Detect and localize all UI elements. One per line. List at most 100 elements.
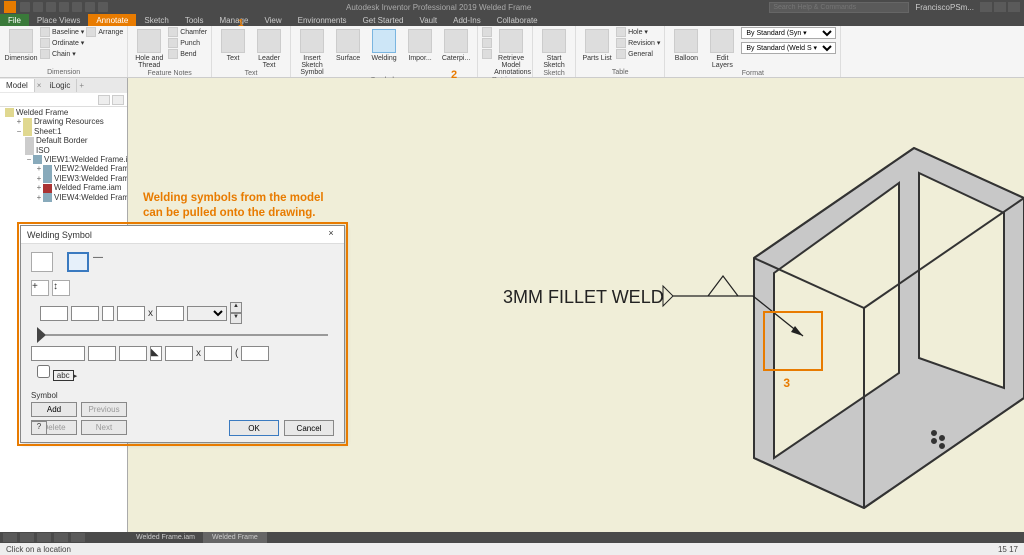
ribbon-group-sketch: Start Sketch Sketch — [533, 26, 576, 77]
symbol-previous-button[interactable]: Previous — [81, 402, 127, 417]
qat-redo-icon[interactable] — [72, 2, 82, 12]
chamfer-button[interactable]: Chamfer — [168, 27, 207, 37]
edit-layers-button[interactable]: Edit Layers — [705, 27, 739, 69]
user-name[interactable]: FranciscoPSm... — [915, 3, 974, 12]
nav-bar-icon[interactable] — [37, 533, 51, 542]
qat-home-icon[interactable] — [85, 2, 95, 12]
bend-button[interactable]: Bend — [168, 49, 207, 59]
caterpillar-button[interactable]: Caterpi... — [439, 27, 473, 62]
tab-environments[interactable]: Environments — [290, 14, 355, 26]
arrange-button[interactable]: Arrange — [86, 27, 123, 37]
qat-new-icon[interactable] — [20, 2, 30, 12]
balloon-icon — [674, 29, 698, 53]
import-button[interactable]: Impor... — [403, 27, 437, 62]
welding-button[interactable]: Welding — [367, 27, 401, 62]
dialog-ok-button[interactable]: OK — [229, 420, 279, 436]
weld-field[interactable] — [156, 306, 184, 321]
nav-bar-icon[interactable] — [71, 533, 85, 542]
browser-tab-ilogic[interactable]: iLogic — [43, 79, 77, 92]
browser-filter-icon[interactable] — [112, 95, 124, 105]
leader-text-icon — [257, 29, 281, 53]
ribbon-group-feature-notes: Hole and Thread Chamfer Punch Bend Featu… — [128, 26, 212, 77]
arrow-side-tool[interactable] — [31, 252, 53, 272]
stagger-tool[interactable]: + — [31, 280, 49, 296]
punch-button[interactable]: Punch — [168, 38, 207, 48]
nav-bar-icon[interactable] — [54, 533, 68, 542]
baseline-button[interactable]: Baseline ▾ — [40, 27, 84, 37]
weld-symbol-form-bottom: ◣ x ( — [31, 346, 334, 361]
object-style-combo[interactable]: By Standard (Weld S ▾ — [741, 42, 836, 54]
tab-sketch[interactable]: Sketch — [136, 14, 176, 26]
general-button[interactable]: General — [616, 49, 660, 59]
weld-field[interactable] — [40, 306, 68, 321]
contour-select[interactable] — [102, 306, 114, 321]
weld-leg-field[interactable] — [31, 346, 85, 361]
layer-style-combo[interactable]: By Standard (Syn ▾ — [741, 27, 836, 39]
tab-get-started[interactable]: Get Started — [355, 14, 412, 26]
tab-addins[interactable]: Add-Ins — [445, 14, 489, 26]
weld-combo[interactable] — [187, 306, 227, 321]
move-down-button[interactable]: ▼ — [230, 313, 242, 324]
dimension-button[interactable]: Dimension — [4, 27, 38, 62]
browser-tab-model[interactable]: Model — [0, 79, 35, 92]
qat-save-icon[interactable] — [46, 2, 56, 12]
tab-tools[interactable]: Tools — [177, 14, 212, 26]
nav-bar-icon[interactable] — [20, 533, 34, 542]
minimize-button[interactable] — [980, 2, 992, 12]
parts-list-button[interactable]: Parts List — [580, 27, 614, 62]
close-window-button[interactable] — [1008, 2, 1020, 12]
doc-tab[interactable]: Welded Frame.iam — [128, 532, 204, 543]
doc-tab-active[interactable]: Welded Frame — [204, 532, 267, 543]
swap-tool[interactable]: ↕ — [52, 280, 70, 296]
tab-vault[interactable]: Vault — [411, 14, 445, 26]
start-sketch-button[interactable]: Start Sketch — [537, 27, 571, 69]
insert-sketch-symbol-button[interactable]: Insert Sketch Symbol — [295, 27, 329, 76]
retrieve-model-annotations-button[interactable]: Retrieve Model Annotations — [494, 27, 528, 76]
surface-button[interactable]: Surface — [331, 27, 365, 62]
browser-search-icon[interactable] — [98, 95, 110, 105]
maximize-button[interactable] — [994, 2, 1006, 12]
balloon-button[interactable]: Balloon — [669, 27, 703, 62]
tab-collaborate[interactable]: Collaborate — [489, 14, 546, 26]
hole-thread-button[interactable]: Hole and Thread — [132, 27, 166, 69]
nav-bar-icon[interactable] — [3, 533, 17, 542]
tab-view[interactable]: View — [256, 14, 289, 26]
symbol-add-button[interactable]: Add — [31, 402, 77, 417]
tab-place-views[interactable]: Place Views — [29, 14, 88, 26]
tree-item: +VIEW2:Welded Frame.iam — [31, 164, 126, 173]
bend-icon — [168, 49, 178, 59]
tab-file[interactable]: File — [0, 14, 29, 26]
title-bar: Autodesk Inventor Professional 2019 Weld… — [0, 0, 1024, 14]
leader-text-button[interactable]: Leader Text — [252, 27, 286, 69]
weld-field[interactable] — [204, 346, 232, 361]
text-button[interactable]: Text — [216, 27, 250, 62]
weld-field[interactable] — [117, 306, 145, 321]
identification-line-tool[interactable] — [67, 252, 89, 272]
weld-field[interactable] — [71, 306, 99, 321]
weld-field[interactable] — [165, 346, 193, 361]
contour-select[interactable]: ◣ — [150, 346, 162, 361]
all-around-checkbox[interactable] — [37, 365, 50, 378]
help-search-input[interactable] — [769, 2, 909, 13]
browser-tree[interactable]: Welded Frame +Drawing Resources −Sheet:1… — [0, 107, 127, 203]
text-icon — [221, 29, 245, 53]
weld-field[interactable] — [241, 346, 269, 361]
ordinate-button[interactable]: Ordinate ▾ — [40, 38, 84, 48]
qat-more-icon[interactable] — [98, 2, 108, 12]
weld-field[interactable] — [119, 346, 147, 361]
ribbon-tabs: File Place Views Annotate Sketch Tools M… — [0, 14, 1024, 26]
move-up-button[interactable]: ▲ — [230, 302, 242, 313]
qat-open-icon[interactable] — [33, 2, 43, 12]
dialog-cancel-button[interactable]: Cancel — [284, 420, 334, 436]
chain-button[interactable]: Chain ▾ — [40, 49, 84, 59]
tab-annotate[interactable]: Annotate — [88, 14, 136, 26]
tab-manage[interactable]: Manage — [212, 14, 257, 26]
weld-symbol-form-top: x ▲▼ — [31, 302, 334, 324]
dialog-close-button[interactable]: × — [324, 228, 338, 242]
qat-undo-icon[interactable] — [59, 2, 69, 12]
weld-field[interactable] — [88, 346, 116, 361]
dialog-help-button[interactable]: ? — [31, 421, 47, 435]
hole-table-button[interactable]: Hole ▾ — [616, 27, 660, 37]
quick-access-toolbar[interactable] — [20, 2, 108, 12]
revision-button[interactable]: Revision ▾ — [616, 38, 660, 48]
